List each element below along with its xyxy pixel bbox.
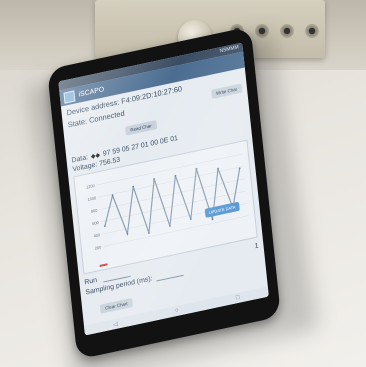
y-tick-label: 1200 <box>86 183 96 190</box>
phone-screen: NSMMM iSCAPO Device address: F4:09:2D:10… <box>58 42 269 336</box>
photo-scene: NSMMM iSCAPO Device address: F4:09:2D:10… <box>0 0 366 367</box>
back-icon[interactable]: ◁ <box>113 320 118 328</box>
instrument-socket <box>305 24 319 38</box>
y-tick-label: 800 <box>91 207 99 214</box>
app-icon <box>63 89 76 104</box>
chart-gridline <box>97 166 244 198</box>
instrument-socket <box>280 24 294 38</box>
y-tick-label: 200 <box>95 244 103 251</box>
smartphone: NSMMM iSCAPO Device address: F4:09:2D:10… <box>47 26 281 360</box>
clear-chart-button[interactable]: Clear Chart <box>99 297 133 314</box>
recent-apps-icon[interactable]: □ <box>236 295 240 302</box>
run-unit: 1 <box>254 241 259 250</box>
status-time <box>62 81 63 90</box>
chart-gridline <box>103 215 249 247</box>
app-title: iSCAPO <box>78 85 105 99</box>
y-tick-label: 400 <box>93 232 101 239</box>
y-tick-label: 600 <box>92 220 100 227</box>
home-icon[interactable]: ○ <box>175 308 179 315</box>
y-tick-label: 1000 <box>87 195 97 202</box>
